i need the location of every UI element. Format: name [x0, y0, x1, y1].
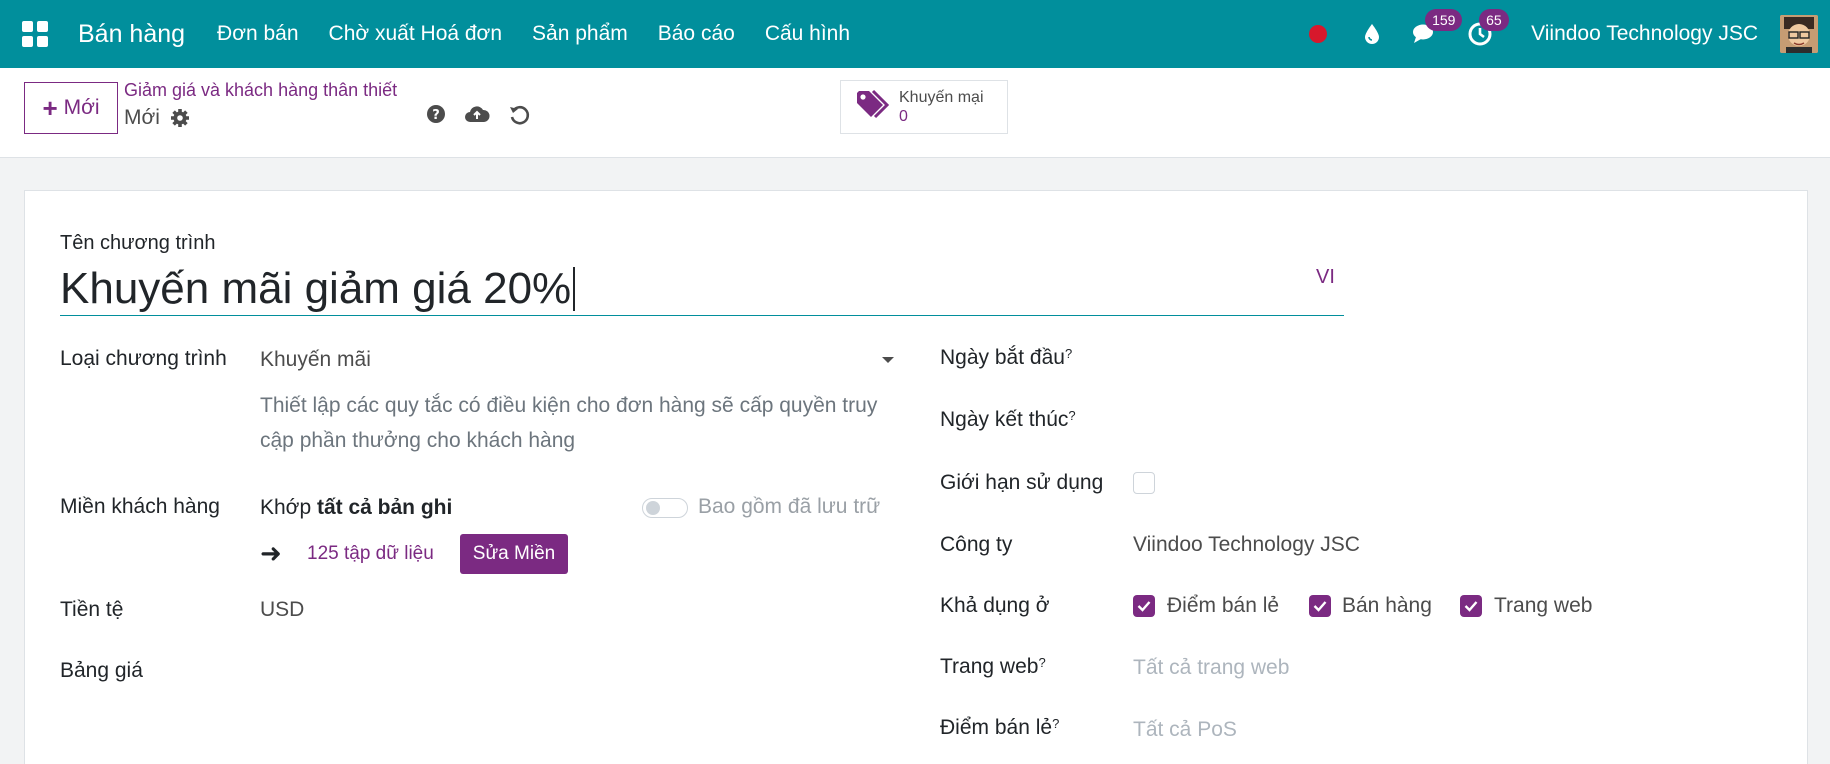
tags-icon	[855, 89, 891, 126]
messages-count-badge: 159	[1425, 9, 1463, 31]
domain-summary: Khớp tất cả bản ghi	[260, 496, 452, 520]
text-caret	[573, 266, 576, 311]
currency-field[interactable]: USD	[260, 598, 304, 622]
messages-icon[interactable]: 159	[1411, 9, 1463, 49]
drop-icon[interactable]	[1357, 19, 1387, 49]
record-title: Mới	[124, 106, 190, 130]
control-panel: + Mới Giảm giá và khách hàng thân thiết …	[0, 68, 1830, 158]
available-website-checkbox[interactable]	[1460, 595, 1482, 617]
records-count-link[interactable]: 125 tập dữ liệu	[307, 543, 434, 565]
arrow-right-icon: ➜	[260, 538, 282, 568]
activities-icon[interactable]: 65	[1465, 9, 1509, 49]
program-name-input[interactable]: Khuyến mãi giảm giá 20%	[60, 262, 1344, 316]
gear-icon[interactable]	[170, 108, 190, 128]
breadcrumb[interactable]: Giảm giá và khách hàng thân thiết	[124, 80, 397, 101]
website-field[interactable]: Tất cả trang web	[1133, 656, 1289, 680]
chevron-down-icon[interactable]	[882, 357, 894, 363]
smart-button-text: Khuyến mại 0	[899, 88, 984, 126]
plus-icon: +	[42, 92, 58, 123]
available-pos-label[interactable]: Điểm bán lẻ	[1167, 594, 1279, 618]
menu-item-reporting[interactable]: Báo cáo	[658, 22, 735, 46]
end-date-help[interactable]: ?	[1068, 408, 1075, 423]
available-on-label: Khả dụng ở	[940, 594, 1050, 617]
domain-match-text: Khớp	[260, 496, 312, 519]
cloud-upload-icon[interactable]	[464, 104, 490, 126]
customer-domain-label: Miền khách hàng	[60, 495, 220, 518]
website-help[interactable]: ?	[1038, 655, 1045, 670]
start-date-help[interactable]: ?	[1065, 346, 1072, 361]
available-sales-label[interactable]: Bán hàng	[1342, 594, 1432, 618]
include-archived-toggle[interactable]	[642, 498, 688, 518]
smart-button-label: Khuyến mại	[899, 89, 984, 106]
edit-domain-button[interactable]: Sửa Miền	[460, 534, 568, 574]
app-name[interactable]: Bán hàng	[78, 20, 185, 49]
pos-label: Điểm bán lẻ?	[940, 716, 1060, 739]
website-label: Trang web?	[940, 655, 1046, 678]
available-website-label[interactable]: Trang web	[1494, 594, 1592, 618]
user-avatar[interactable]	[1780, 15, 1818, 53]
program-type-description: Thiết lập các quy tắc có điều kiện cho đ…	[260, 394, 878, 452]
top-navbar: Bán hàng Đơn bán Chờ xuất Hoá đơn Sản ph…	[0, 0, 1830, 68]
svg-text:?: ?	[432, 108, 440, 123]
end-date-label: Ngày kết thúc?	[940, 408, 1076, 431]
usage-limit-checkbox[interactable]	[1133, 472, 1155, 494]
new-button-label: Mới	[63, 96, 100, 119]
available-pos-checkbox[interactable]	[1133, 595, 1155, 617]
new-button[interactable]: + Mới	[24, 82, 118, 134]
program-name-label: Tên chương trình	[60, 232, 216, 254]
company-switcher[interactable]: Viindoo Technology JSC	[1531, 22, 1758, 46]
activities-count-badge: 65	[1479, 9, 1509, 31]
start-date-label: Ngày bắt đầu?	[940, 346, 1073, 369]
usage-limit-label: Giới hạn sử dụng	[940, 471, 1104, 494]
help-icon[interactable]: ?	[426, 104, 446, 126]
navbar-systray: 159 65 Viindoo Technology JSC	[1303, 0, 1830, 68]
menu-item-orders[interactable]: Đơn bán	[217, 22, 299, 46]
main-menu: Đơn bán Chờ xuất Hoá đơn Sản phẩm Báo cá…	[217, 22, 880, 46]
company-field[interactable]: Viindoo Technology JSC	[1133, 533, 1360, 557]
record-icon[interactable]	[1303, 19, 1333, 49]
include-archived-label: Bao gồm đã lưu trữ	[698, 495, 881, 518]
pos-help[interactable]: ?	[1052, 716, 1059, 731]
form-status-icons: ?	[426, 104, 548, 126]
currency-label: Tiền tệ	[60, 598, 124, 621]
menu-item-configuration[interactable]: Cấu hình	[765, 22, 850, 46]
pos-field[interactable]: Tất cả PoS	[1133, 718, 1237, 742]
smart-button-value: 0	[899, 108, 908, 125]
program-type-label: Loại chương trình	[60, 347, 227, 370]
program-name-value: Khuyến mãi giảm giá 20%	[60, 263, 572, 313]
program-type-select[interactable]: Khuyến mãi	[260, 348, 371, 372]
apps-menu-icon[interactable]	[22, 21, 48, 47]
menu-item-to-invoice[interactable]: Chờ xuất Hoá đơn	[329, 22, 502, 46]
available-sales-checkbox[interactable]	[1309, 595, 1331, 617]
domain-all-records: tất cả bản ghi	[316, 496, 453, 519]
pricelist-label: Bảng giá	[60, 659, 143, 682]
menu-item-products[interactable]: Sản phẩm	[532, 22, 628, 46]
company-label: Công ty	[940, 533, 1013, 556]
promotions-smart-button[interactable]: Khuyến mại 0	[840, 80, 1008, 134]
record-name: Mới	[124, 106, 160, 129]
language-button[interactable]: VI	[1316, 266, 1335, 289]
discard-icon[interactable]	[508, 104, 530, 126]
